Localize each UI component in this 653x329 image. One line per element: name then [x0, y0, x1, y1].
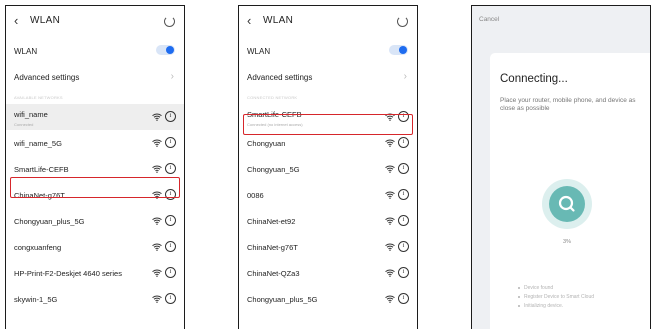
wifi-signal-icon [385, 165, 395, 173]
page-title: WLAN [263, 15, 294, 26]
chevron-left-icon[interactable]: ‹ [247, 13, 251, 28]
wifi-signal-icon [385, 217, 395, 225]
info-icon[interactable]: i [398, 267, 409, 278]
section-header: CONNECTED NETWORK [247, 95, 298, 100]
wlan-list-screen-after: ‹ WLAN WLAN Advanced settings › CONNECTE… [238, 5, 418, 329]
highlight-box [10, 177, 180, 198]
info-icon[interactable]: i [165, 267, 176, 278]
network-row[interactable]: Chongyuan_plus_5G i [6, 208, 184, 234]
connecting-description: Place your router, mobile phone, and dev… [500, 97, 636, 112]
network-row[interactable]: ChinaNet-et92 i [239, 208, 417, 234]
wifi-signal-icon [152, 165, 162, 173]
wlan-label: WLAN [14, 47, 38, 56]
wifi-signal-icon [152, 269, 162, 277]
wifi-signal-icon [152, 243, 162, 251]
refresh-spinner-icon [397, 16, 408, 27]
wlan-toggle[interactable] [156, 45, 175, 55]
info-icon[interactable]: i [165, 111, 176, 122]
wifi-signal-icon [385, 191, 395, 199]
wifi-signal-icon [152, 139, 162, 147]
info-icon[interactable]: i [398, 189, 409, 200]
connecting-heading: Connecting... [500, 73, 568, 85]
network-name: Chongyuan [247, 139, 286, 148]
network-name: ChinaNet-g76T [247, 243, 298, 252]
chevron-right-icon: › [403, 71, 407, 82]
info-icon[interactable]: i [165, 137, 176, 148]
advanced-settings-row[interactable]: Advanced settings › [239, 64, 417, 90]
network-status: Connected [14, 122, 34, 127]
wlan-toggle-row[interactable]: WLAN [239, 38, 417, 64]
network-name: Chongyuan_5G [247, 165, 300, 174]
info-icon[interactable]: i [398, 215, 409, 226]
network-name: wifi_name_5G [14, 139, 62, 148]
network-row[interactable]: Chongyuan_5G i [239, 156, 417, 182]
network-row[interactable]: Chongyuan_plus_5G i [239, 286, 417, 312]
network-name: Chongyuan_plus_5G [14, 217, 85, 226]
info-icon[interactable]: i [398, 137, 409, 148]
connecting-screen: Cancel Connecting... Place your router, … [471, 5, 651, 329]
network-name: wifi_name [14, 110, 48, 119]
wifi-signal-icon [385, 295, 395, 303]
network-row[interactable]: congxuanfeng i [6, 234, 184, 260]
network-row[interactable]: skywin-1_5G i [6, 286, 184, 312]
wifi-signal-icon [385, 139, 395, 147]
wlan-label: WLAN [247, 47, 271, 56]
highlight-box [243, 114, 413, 135]
advanced-settings-label: Advanced settings [247, 73, 313, 82]
info-icon[interactable]: i [165, 241, 176, 252]
network-row[interactable]: HP-Print-F2-Deskjet 4640 series i [6, 260, 184, 286]
network-name: congxuanfeng [14, 243, 62, 252]
info-icon[interactable]: i [165, 215, 176, 226]
info-icon[interactable]: i [398, 163, 409, 174]
search-icon [558, 195, 575, 212]
info-icon[interactable]: i [165, 293, 176, 304]
chevron-right-icon: › [170, 71, 174, 82]
top-bar: ‹ WLAN [239, 6, 417, 38]
network-row[interactable]: wifi_name_5G i [6, 130, 184, 156]
step-device-found: Device found [518, 285, 553, 291]
wifi-signal-icon [152, 113, 162, 121]
network-name: ChinaNet-QZa3 [247, 269, 300, 278]
network-list: SmartLife-CEFB Connected (no internet acc… [239, 104, 417, 312]
step-initializing-device: Initializing device. [518, 303, 563, 309]
network-name: Chongyuan_plus_5G [247, 295, 318, 304]
section-header: AVAILABLE NETWORKS [14, 95, 63, 100]
wlan-toggle[interactable] [389, 45, 408, 55]
advanced-settings-label: Advanced settings [14, 73, 80, 82]
wifi-signal-icon [152, 217, 162, 225]
wifi-signal-icon [385, 243, 395, 251]
network-list: wifi_name Connected i wifi_name_5G i SmartLif… [6, 104, 184, 312]
chevron-left-icon[interactable]: ‹ [14, 13, 18, 28]
network-name: HP-Print-F2-Deskjet 4640 series [14, 269, 122, 278]
info-icon[interactable]: i [165, 163, 176, 174]
network-name: ChinaNet-et92 [247, 217, 296, 226]
info-icon[interactable]: i [398, 293, 409, 304]
network-name: skywin-1_5G [14, 295, 58, 304]
step-register-device: Register Device to Smart Cloud [518, 294, 594, 300]
network-name: SmartLife-CEFB [14, 165, 69, 174]
info-icon[interactable]: i [398, 241, 409, 252]
wifi-signal-icon [385, 269, 395, 277]
top-bar: ‹ WLAN [6, 6, 184, 38]
network-row[interactable]: ChinaNet-g76T i [239, 234, 417, 260]
network-row[interactable]: 0086 i [239, 182, 417, 208]
wlan-toggle-row[interactable]: WLAN [6, 38, 184, 64]
refresh-spinner-icon [164, 16, 175, 27]
network-row[interactable]: wifi_name Connected i [6, 104, 184, 130]
network-name: 0086 [247, 191, 264, 200]
wlan-list-screen-before: ‹ WLAN WLAN Advanced settings › AVAILABL… [5, 5, 185, 329]
advanced-settings-row[interactable]: Advanced settings › [6, 64, 184, 90]
network-row[interactable]: ChinaNet-QZa3 i [239, 260, 417, 286]
progress-percent: 3% [563, 239, 571, 245]
wifi-signal-icon [152, 295, 162, 303]
progress-ring [542, 179, 592, 229]
cancel-button[interactable]: Cancel [479, 16, 499, 23]
connecting-card: Connecting... Place your router, mobile … [490, 53, 650, 329]
page-title: WLAN [30, 15, 61, 26]
